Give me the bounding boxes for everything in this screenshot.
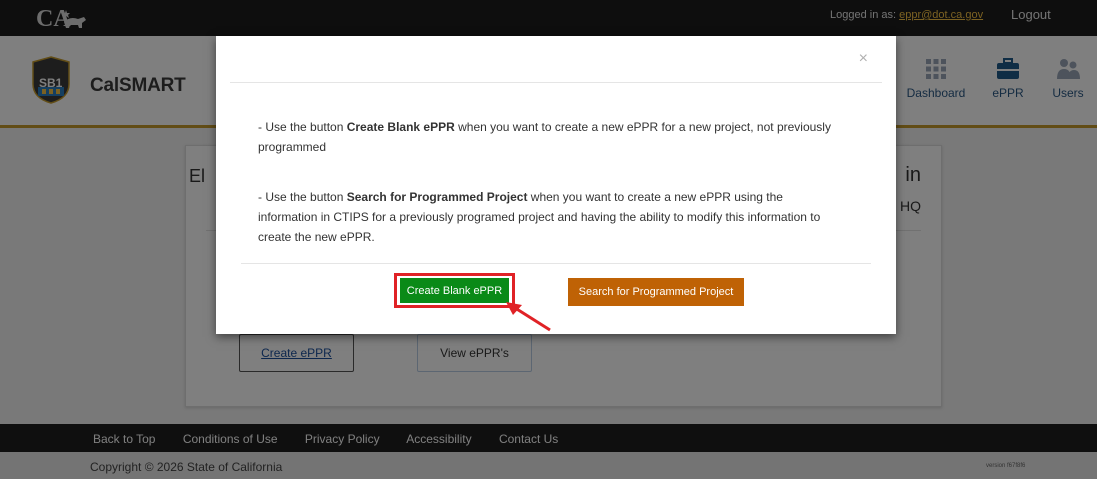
info-modal: × - Use the button Create Blank ePPR whe… [216, 36, 896, 334]
p2-bold: Search for Programmed Project [346, 190, 528, 204]
modal-paragraph-create-blank: - Use the button Create Blank ePPR when … [258, 117, 838, 157]
close-icon[interactable]: × [859, 50, 868, 68]
search-programmed-project-button[interactable]: Search for Programmed Project [568, 278, 744, 306]
p1-prefix: - Use the button [258, 120, 347, 134]
modal-footer-divider [241, 263, 871, 264]
red-arrow-icon [506, 302, 551, 332]
create-blank-eppr-button[interactable]: Create Blank ePPR [400, 278, 509, 303]
modal-header-divider [230, 82, 882, 83]
p1-bold: Create Blank ePPR [346, 120, 455, 134]
modal-paragraph-search: - Use the button Search for Programmed P… [258, 187, 838, 247]
p2-prefix: - Use the button [258, 190, 347, 204]
